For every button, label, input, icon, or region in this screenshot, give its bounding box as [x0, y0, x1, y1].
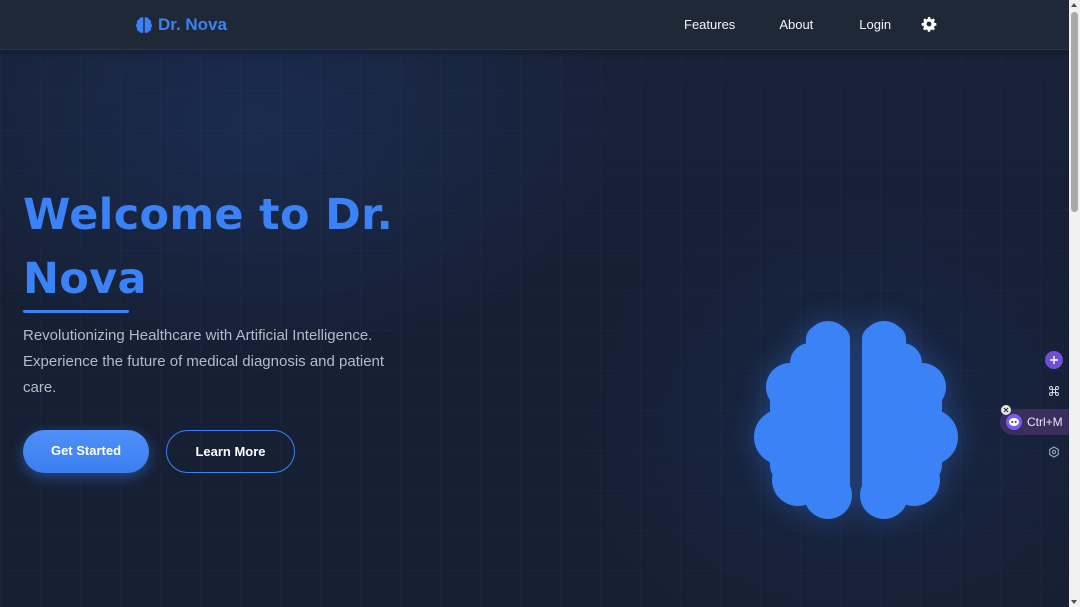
scroll-down-arrow-icon[interactable] — [1071, 600, 1077, 604]
scrollbar-thumb[interactable] — [1071, 12, 1078, 212]
scroll-up-arrow-icon[interactable] — [1071, 3, 1077, 7]
navbar: Dr. Nova Features About Login — [0, 0, 1069, 50]
learn-more-button[interactable]: Learn More — [166, 430, 295, 473]
brain-illustration-icon — [754, 321, 958, 519]
scrollbar[interactable] — [1069, 0, 1080, 607]
settings-icon[interactable] — [1045, 443, 1063, 461]
page: Dr. Nova Features About Login Welcome to… — [0, 0, 1080, 607]
brain-icon — [136, 17, 152, 33]
close-icon[interactable] — [1001, 405, 1011, 415]
assistant-logo-icon — [1006, 414, 1022, 430]
brand-name: Dr. Nova — [158, 15, 227, 34]
gear-icon[interactable] — [921, 16, 937, 32]
get-started-button[interactable]: Get Started — [23, 430, 149, 473]
hero-title: Welcome to Dr. Nova — [23, 190, 394, 304]
plus-icon[interactable] — [1045, 351, 1063, 369]
extension-shortcut-pill[interactable]: Ctrl+M — [1000, 409, 1069, 435]
nav-link-login[interactable]: Login — [859, 16, 891, 33]
nav-link-about[interactable]: About — [779, 16, 813, 33]
command-icon[interactable] — [1045, 382, 1063, 400]
extension-shortcut-label: Ctrl+M — [1027, 415, 1063, 429]
nav-link-features[interactable]: Features — [684, 16, 735, 33]
brand-logo[interactable]: Dr. Nova — [135, 13, 227, 37]
title-underline — [23, 310, 129, 313]
nav-links: Features About Login — [684, 16, 937, 33]
hero-subtitle: Revolutionizing Healthcare with Artifici… — [23, 327, 385, 396]
